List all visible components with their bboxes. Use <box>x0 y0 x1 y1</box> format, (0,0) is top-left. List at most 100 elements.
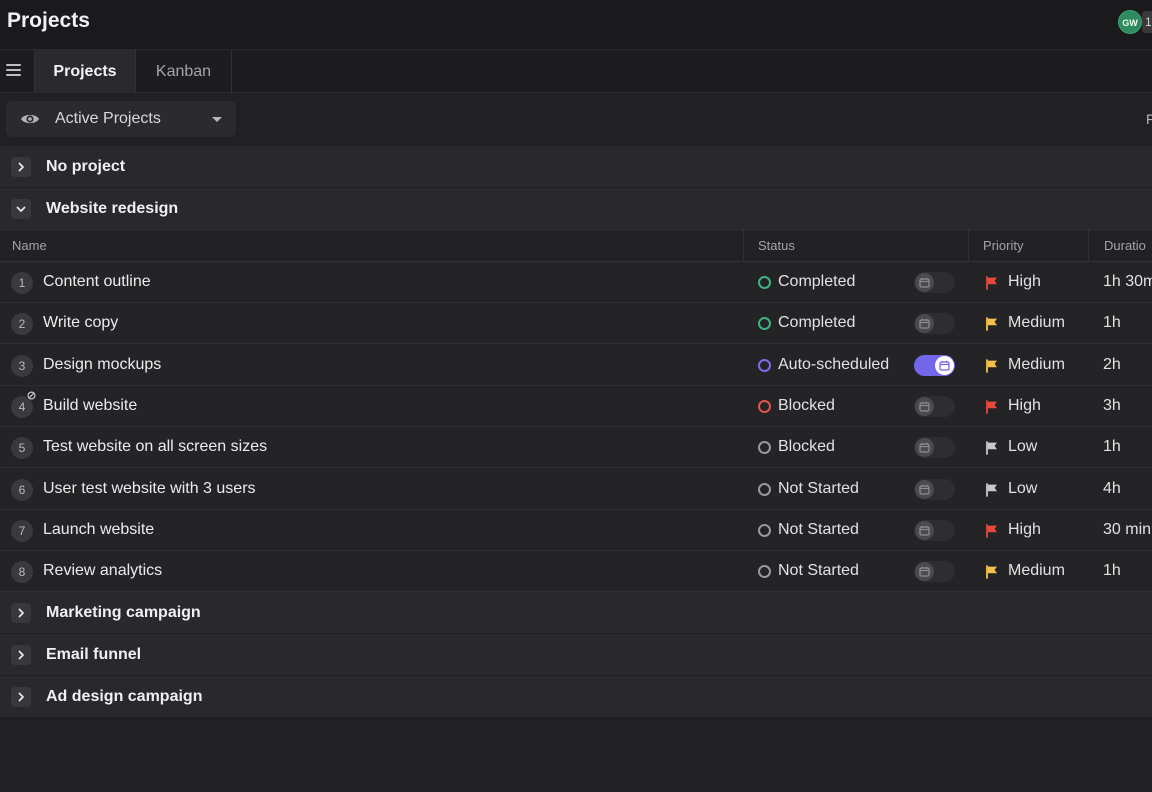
status-circle-icon <box>758 524 771 537</box>
status-circle-icon <box>758 317 771 330</box>
priority-label[interactable]: Low <box>1008 480 1037 498</box>
auto-schedule-toggle[interactable] <box>914 272 955 293</box>
view-dropdown-label: Active Projects <box>55 110 161 127</box>
priority-label[interactable]: High <box>1008 273 1041 291</box>
table-row[interactable]: 6 User test website with 3 users Not Start… <box>0 469 1152 510</box>
priority-label[interactable]: High <box>1008 397 1041 415</box>
group-label: Website redesign <box>46 200 179 217</box>
duration-label[interactable]: 1h <box>1103 438 1121 456</box>
auto-schedule-toggle[interactable] <box>914 437 955 458</box>
chevron-right-icon[interactable] <box>11 603 31 623</box>
task-number: 3 <box>11 355 33 377</box>
group-marketing-campaign[interactable]: Marketing campaign <box>0 592 1152 634</box>
calendar-icon <box>915 273 934 292</box>
auto-schedule-toggle[interactable] <box>914 479 955 500</box>
status-label[interactable]: Blocked <box>778 438 835 456</box>
column-header-status[interactable]: Status <box>758 238 795 253</box>
status-circle-icon <box>758 483 771 496</box>
priority-label[interactable]: Medium <box>1008 562 1065 580</box>
priority-label[interactable]: Medium <box>1008 314 1065 332</box>
task-name[interactable]: Build website <box>43 397 137 415</box>
view-dropdown[interactable]: Active Projects <box>6 101 236 137</box>
auto-schedule-toggle[interactable] <box>914 520 955 541</box>
tab-kanban[interactable]: Kanban <box>136 50 232 93</box>
task-name[interactable]: Content outline <box>43 273 151 291</box>
task-name[interactable]: Design mockups <box>43 356 161 374</box>
status-label[interactable]: Not Started <box>778 562 859 580</box>
priority-flag-icon <box>986 276 997 290</box>
calendar-icon <box>915 438 934 457</box>
task-name[interactable]: Write copy <box>43 314 118 332</box>
column-header-priority[interactable]: Priority <box>983 238 1023 253</box>
group-label: Email funnel <box>46 646 142 663</box>
duration-label[interactable]: 1h <box>1103 562 1121 580</box>
table-row[interactable]: 7 Launch website Not Started High 30 min <box>0 510 1152 551</box>
status-circle-icon <box>758 400 771 413</box>
group-label: Ad design campaign <box>46 688 203 705</box>
calendar-icon <box>915 397 934 416</box>
group-no-project[interactable]: No project <box>0 146 1152 188</box>
group-ad-design-campaign[interactable]: Ad design campaign <box>0 676 1152 718</box>
filter-edge-label[interactable]: F <box>1146 111 1152 127</box>
duration-label[interactable]: 1h 30m <box>1103 273 1152 291</box>
group-label: No project <box>46 158 126 175</box>
table-row[interactable]: 3 Design mockups Auto-scheduled Medium 2h <box>0 345 1152 386</box>
task-name[interactable]: Review analytics <box>43 562 162 580</box>
status-label[interactable]: Blocked <box>778 397 835 415</box>
duration-label[interactable]: 4h <box>1103 480 1121 498</box>
status-label[interactable]: Not Started <box>778 521 859 539</box>
group-website-redesign[interactable]: Website redesign <box>0 188 1152 230</box>
column-header-name[interactable]: Name <box>12 238 47 253</box>
task-number: 7 <box>11 520 33 542</box>
task-name[interactable]: User test website with 3 users <box>43 480 256 498</box>
auto-schedule-toggle[interactable] <box>914 355 955 376</box>
priority-label[interactable]: Medium <box>1008 356 1065 374</box>
table-row[interactable]: 2 Write copy Completed Medium 1h <box>0 303 1152 344</box>
blocked-icon <box>27 391 36 400</box>
tab-projects[interactable]: Projects <box>34 50 136 93</box>
calendar-icon <box>935 356 954 375</box>
chevron-right-icon[interactable] <box>11 157 31 177</box>
calendar-icon <box>915 314 934 333</box>
table-row[interactable]: 4 Build website Blocked High 3h <box>0 386 1152 427</box>
duration-label[interactable]: 30 min <box>1103 521 1151 539</box>
status-label[interactable]: Auto-scheduled <box>778 356 889 374</box>
task-number: 6 <box>11 479 33 501</box>
priority-label[interactable]: High <box>1008 521 1041 539</box>
chevron-right-icon[interactable] <box>11 645 31 665</box>
task-number: 2 <box>11 313 33 335</box>
priority-flag-icon <box>986 565 997 579</box>
table-row[interactable]: 5 Test website on all screen sizes Blocked… <box>0 427 1152 468</box>
table-header: Name Status Priority Duratio <box>0 229 1152 262</box>
chevron-down-icon[interactable] <box>11 199 31 219</box>
priority-label[interactable]: Low <box>1008 438 1037 456</box>
top-bar: Projects GW 1 <box>0 0 1152 50</box>
task-number: 5 <box>11 437 33 459</box>
filter-bar: Active Projects F <box>0 93 1152 145</box>
user-avatar[interactable]: GW <box>1118 10 1142 34</box>
table-row[interactable]: 8 Review analytics Not Started Medium 1h <box>0 551 1152 592</box>
avatar-count-badge[interactable]: 1 <box>1142 11 1152 33</box>
column-header-duration[interactable]: Duratio <box>1104 238 1146 253</box>
calendar-icon <box>915 562 934 581</box>
task-name[interactable]: Launch website <box>43 521 154 539</box>
page-title: Projects <box>7 9 90 32</box>
auto-schedule-toggle[interactable] <box>914 313 955 334</box>
auto-schedule-toggle[interactable] <box>914 396 955 417</box>
priority-flag-icon <box>986 441 997 455</box>
hamburger-menu-icon[interactable] <box>6 64 21 78</box>
auto-schedule-toggle[interactable] <box>914 561 955 582</box>
status-circle-icon <box>758 565 771 578</box>
status-label[interactable]: Completed <box>778 314 855 332</box>
table-row[interactable]: 1 Content outline Completed High 1h 30m <box>0 262 1152 303</box>
duration-label[interactable]: 3h <box>1103 397 1121 415</box>
status-label[interactable]: Completed <box>778 273 855 291</box>
status-circle-icon <box>758 276 771 289</box>
priority-flag-icon <box>986 400 997 414</box>
task-name[interactable]: Test website on all screen sizes <box>43 438 267 456</box>
duration-label[interactable]: 2h <box>1103 356 1121 374</box>
chevron-right-icon[interactable] <box>11 687 31 707</box>
status-label[interactable]: Not Started <box>778 480 859 498</box>
group-email-funnel[interactable]: Email funnel <box>0 634 1152 676</box>
duration-label[interactable]: 1h <box>1103 314 1121 332</box>
